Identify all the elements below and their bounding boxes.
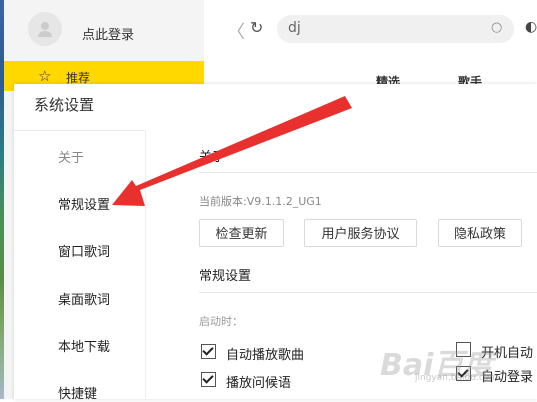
nav-local-download[interactable]: 本地下载 [58,336,110,355]
autoplay-checkbox[interactable] [201,344,216,359]
greeting-checkbox[interactable] [201,372,216,387]
nav-shortcuts[interactable]: 快捷键 [58,383,97,402]
startup-label: 启动时： [199,315,243,328]
dialog-title: 系统设置 [34,96,95,114]
nav-general-settings[interactable]: 常规设置 [58,194,110,213]
back-icon[interactable]: 〈 [227,18,245,44]
user-agreement-button[interactable]: 用户服务协议 [304,219,417,247]
clip-icon[interactable]: ◐ [525,19,537,35]
login-link[interactable]: 点此登录 [82,24,134,43]
user-icon [38,22,52,37]
general-heading: 常规设置 [199,269,252,284]
star-icon: ☆ [38,67,52,85]
version-text: 当前版本:V9.1.1.2_UG1 [199,195,322,208]
nav-about[interactable]: 关于 [58,147,84,166]
nav-desktop-lyrics[interactable]: 桌面歌词 [58,289,110,308]
refresh-icon[interactable]: ↻ [250,18,263,37]
divider [199,292,537,293]
avatar[interactable] [28,12,62,46]
nav-window-lyrics[interactable]: 窗口歌词 [58,241,110,260]
search-value: dj [288,20,301,36]
search-input[interactable] [277,15,514,43]
divider [199,172,537,173]
greeting-label: 播放问候语 [226,376,292,391]
check-update-button[interactable]: 检查更新 [199,219,284,247]
watermark-url: jingyan.baidu.com [415,373,499,383]
about-heading: 关于 [199,150,226,165]
search-icon[interactable]: ○ [491,20,502,35]
privacy-policy-button[interactable]: 隐私政策 [438,219,522,247]
autoplay-label: 自动播放歌曲 [226,348,305,363]
settings-nav [14,131,146,399]
